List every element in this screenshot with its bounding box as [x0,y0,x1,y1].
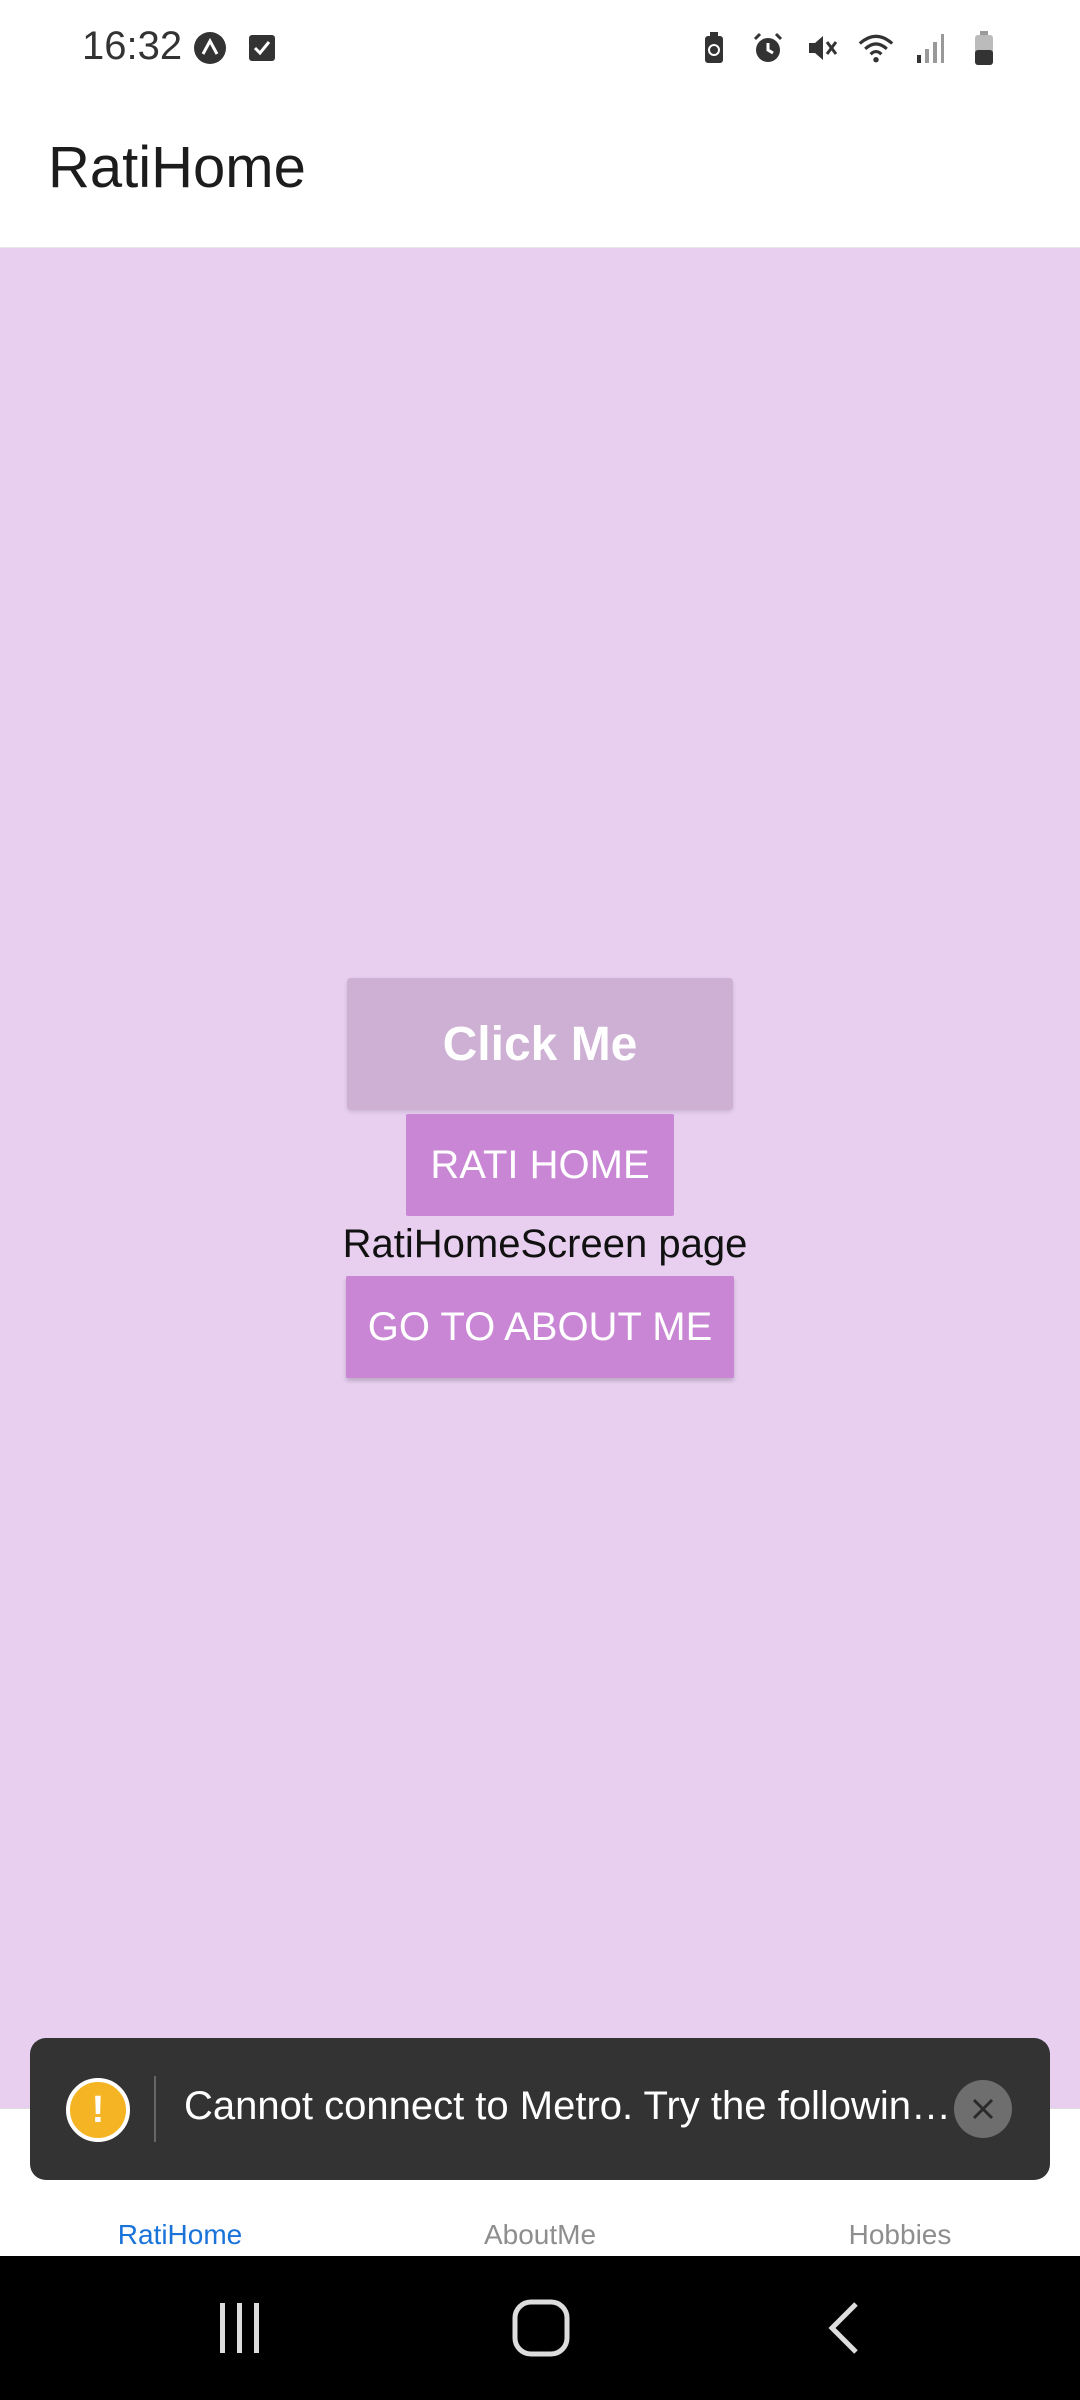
warning-icon: ! [66,2078,130,2142]
metro-error-toast[interactable]: ! Cannot connect to Metro. Try the follo… [30,2038,1050,2180]
status-time: 16:32 [82,24,183,68]
alarm-icon [750,30,786,66]
tab-label: Hobbies [848,2219,952,2250]
status-bar: 16:32 [0,0,1080,100]
app-header: RatiHome [0,100,1080,248]
app-notification-icon [192,30,228,66]
recent-apps-button[interactable] [200,2296,280,2360]
home-button[interactable] [501,2296,581,2360]
tab-label: AboutMe [483,2219,597,2250]
tab-label: RatiHome [117,2219,243,2250]
wifi-icon [858,30,894,66]
status-left-icons [192,30,280,66]
mute-icon [804,30,840,66]
system-navigation-bar [0,2256,1080,2400]
close-icon[interactable] [954,2080,1012,2138]
main-content: Click Me RATI HOME RatiHomeScreen page G… [0,248,1080,2108]
battery-saver-icon [696,30,732,66]
back-button[interactable] [804,2296,884,2360]
page-title: RatiHome [48,135,306,200]
go-to-about-me-button[interactable]: GO TO ABOUT ME [346,1276,734,1378]
status-right-icons [696,30,1002,66]
toast-divider [154,2076,156,2142]
rati-home-button[interactable]: RATI HOME [406,1114,674,1216]
screen-label: RatiHomeScreen page [342,1222,748,1266]
toast-message: Cannot connect to Metro. Try the followi… [184,2084,964,2128]
checkbox-notification-icon [244,30,280,66]
signal-icon [912,30,948,66]
battery-icon [966,30,1002,66]
click-me-button[interactable]: Click Me [347,978,733,1110]
